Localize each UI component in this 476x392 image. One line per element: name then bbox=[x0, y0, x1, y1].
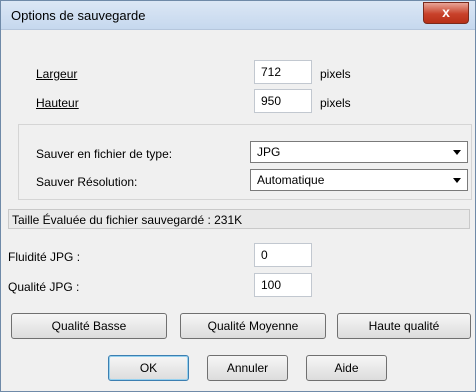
cancel-button[interactable]: Annuler bbox=[207, 355, 288, 381]
help-button[interactable]: Aide bbox=[306, 355, 387, 381]
estimated-size-status: Taille Évaluée du fichier sauvegardé : 2… bbox=[8, 209, 470, 229]
save-type-select[interactable]: JPG bbox=[250, 141, 468, 163]
save-resolution-value: Automatique bbox=[257, 173, 325, 187]
medium-quality-button[interactable]: Qualité Moyenne bbox=[180, 313, 326, 339]
dialog-title: Options de sauvegarde bbox=[11, 8, 146, 23]
height-label: Hauteur bbox=[36, 96, 79, 110]
height-input[interactable]: 950 bbox=[254, 89, 312, 113]
jpg-smoothing-label: Fluidité JPG : bbox=[8, 250, 81, 264]
ok-button[interactable]: OK bbox=[108, 355, 189, 381]
save-type-value: JPG bbox=[257, 145, 281, 159]
jpg-quality-label: Qualité JPG : bbox=[8, 280, 80, 294]
save-type-label: Sauver en fichier de type: bbox=[36, 147, 173, 161]
jpg-quality-input[interactable]: 100 bbox=[254, 273, 312, 297]
high-quality-button[interactable]: Haute qualité bbox=[337, 313, 471, 339]
save-resolution-label: Sauver Résolution: bbox=[36, 175, 138, 189]
height-unit: pixels bbox=[320, 96, 351, 110]
width-input[interactable]: 712 bbox=[254, 60, 312, 84]
save-resolution-select[interactable]: Automatique bbox=[250, 169, 468, 191]
close-button[interactable]: x bbox=[423, 2, 469, 24]
width-label: Largeur bbox=[36, 67, 78, 81]
chevron-down-icon bbox=[453, 178, 461, 183]
chevron-down-icon bbox=[453, 150, 461, 155]
jpg-smoothing-input[interactable]: 0 bbox=[254, 243, 312, 267]
close-icon: x bbox=[442, 4, 450, 20]
low-quality-button[interactable]: Qualité Basse bbox=[11, 313, 167, 339]
width-unit: pixels bbox=[320, 67, 351, 81]
title-bar: Options de sauvegarde x bbox=[1, 1, 475, 30]
